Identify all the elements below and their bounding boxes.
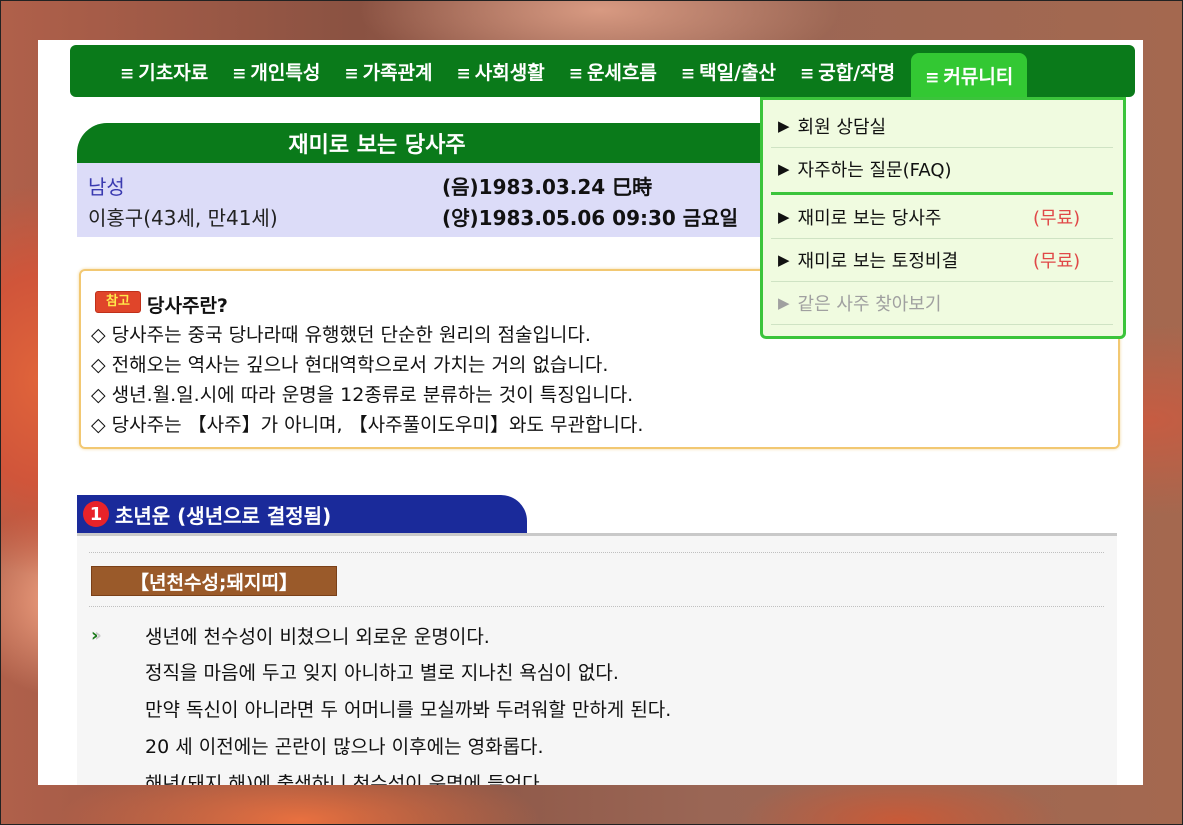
- section-title: 초년운 (생년으로 결정됨): [115, 503, 332, 528]
- section-header-early-fortune: 1 초년운 (생년으로 결정됨): [77, 495, 527, 533]
- nav-item-match-naming[interactable]: ≡ 궁합/작명: [800, 58, 895, 85]
- free-tag: (무료): [1033, 208, 1081, 229]
- dropdown-item-faq[interactable]: ▶ 자주하는 질문(FAQ): [771, 148, 1113, 190]
- section-number-badge: 1: [83, 501, 109, 527]
- menu-icon: ≡: [344, 63, 359, 84]
- nav-item-date-birth[interactable]: ≡ 택일/출산: [681, 58, 776, 85]
- nav-item-basic[interactable]: ≡ 기초자료: [120, 58, 208, 85]
- note-line: ◇ 당사주는 중국 당나라때 유행했던 단순한 원리의 점술입니다.: [91, 324, 591, 346]
- menu-icon: ≡: [232, 63, 247, 84]
- page: ≡ 기초자료 ≡ 개인특성 ≡ 가족관계 ≡ 사회생활 ≡ 운세흐름 ≡ 택일/출산 ≡ 궁합…: [38, 40, 1143, 785]
- menu-icon: ≡: [120, 63, 135, 84]
- menu-icon: ≡: [680, 63, 696, 84]
- description-line: 20 세 이전에는 곤란이 많으나 이후에는 영화롭다.: [145, 736, 544, 758]
- solar-birthdate: (양)1983.05.06 09:30 금요일: [442, 206, 738, 230]
- star-tag: 【년천수성;돼지띠】: [91, 566, 337, 596]
- top-nav: ≡ 기초자료 ≡ 개인특성 ≡ 가족관계 ≡ 사회생활 ≡ 운세흐름 ≡ 택일/출산 ≡ 궁합…: [70, 45, 1135, 98]
- note-heading: 당사주란?: [147, 295, 228, 317]
- note-line: ◇ 전해오는 역사는 깊으나 현대역학으로서 가치는 거의 없습니다.: [91, 354, 609, 376]
- free-tag: (무료): [1033, 251, 1081, 272]
- play-arrow-icon: ▶: [778, 117, 790, 135]
- dropdown-item-dangsaju[interactable]: ▶ 재미로 보는 당사주 (무료): [771, 196, 1113, 239]
- nav-item-personal[interactable]: ≡ 개인특성: [232, 58, 320, 85]
- description-line: 생년에 천수성이 비쳤으니 외로운 운명이다.: [145, 626, 490, 648]
- community-dropdown: ▶ 회원 상담실 ▶ 자주하는 질문(FAQ) ▶ 재미로 보는 당사주 (무료…: [760, 97, 1126, 339]
- description-line: 만약 독신이 아니라면 두 어머니를 모실까봐 두려워할 만하게 된다.: [145, 699, 672, 721]
- reference-badge: 참고: [95, 291, 141, 313]
- menu-icon: ≡: [799, 63, 815, 84]
- play-arrow-icon: ▶: [778, 251, 790, 269]
- dropdown-item-member-counsel[interactable]: ▶ 회원 상담실: [771, 105, 1113, 148]
- divider: [89, 552, 1104, 553]
- menu-icon: ≡: [456, 63, 471, 84]
- nav-item-social[interactable]: ≡ 사회생활: [457, 58, 545, 85]
- nav-item-community[interactable]: ≡ 커뮤니티: [911, 52, 1028, 98]
- menu-icon: ≡: [568, 63, 583, 84]
- play-arrow-icon: ▶: [778, 208, 790, 226]
- nav-item-fortune[interactable]: ≡ 운세흐름: [569, 58, 657, 85]
- dropdown-item-same-saju[interactable]: ▶ 같은 사주 찾아보기: [771, 282, 1113, 325]
- dropdown-separator: [771, 192, 1113, 195]
- description-line: 정직을 마음에 두고 잊지 아니하고 별로 지나친 욕심이 없다.: [145, 662, 619, 684]
- description-line: 해년(돼지 해)에 출생하니 천수성이 운명에 들었다.: [145, 773, 546, 785]
- name-age: 이홍구(43세, 만41세): [88, 206, 278, 230]
- section-body: 【년천수성;돼지띠】 ›› 생년에 천수성이 비쳤으니 외로운 운명이다. 정직…: [77, 533, 1117, 785]
- gender-label: 남성: [88, 175, 125, 199]
- note-line: ◇ 당사주는 【사주】가 아니며, 【사주풀이도우미】와도 무관합니다.: [91, 414, 644, 436]
- double-chevron-icon: ››: [91, 625, 102, 646]
- play-arrow-icon: ▶: [778, 160, 790, 178]
- note-line: ◇ 생년.월.일.시에 따라 운명을 12종류로 분류하는 것이 특징입니다.: [91, 384, 634, 406]
- divider: [89, 606, 1104, 607]
- lunar-birthdate: (음)1983.03.24 巳時: [442, 175, 653, 199]
- play-arrow-icon: ▶: [778, 294, 790, 312]
- menu-icon: ≡: [925, 67, 940, 88]
- page-title: 재미로 보는 당사주: [288, 133, 466, 158]
- dropdown-item-tojeong[interactable]: ▶ 재미로 보는 토정비결 (무료): [771, 239, 1113, 282]
- nav-item-family[interactable]: ≡ 가족관계: [344, 58, 432, 85]
